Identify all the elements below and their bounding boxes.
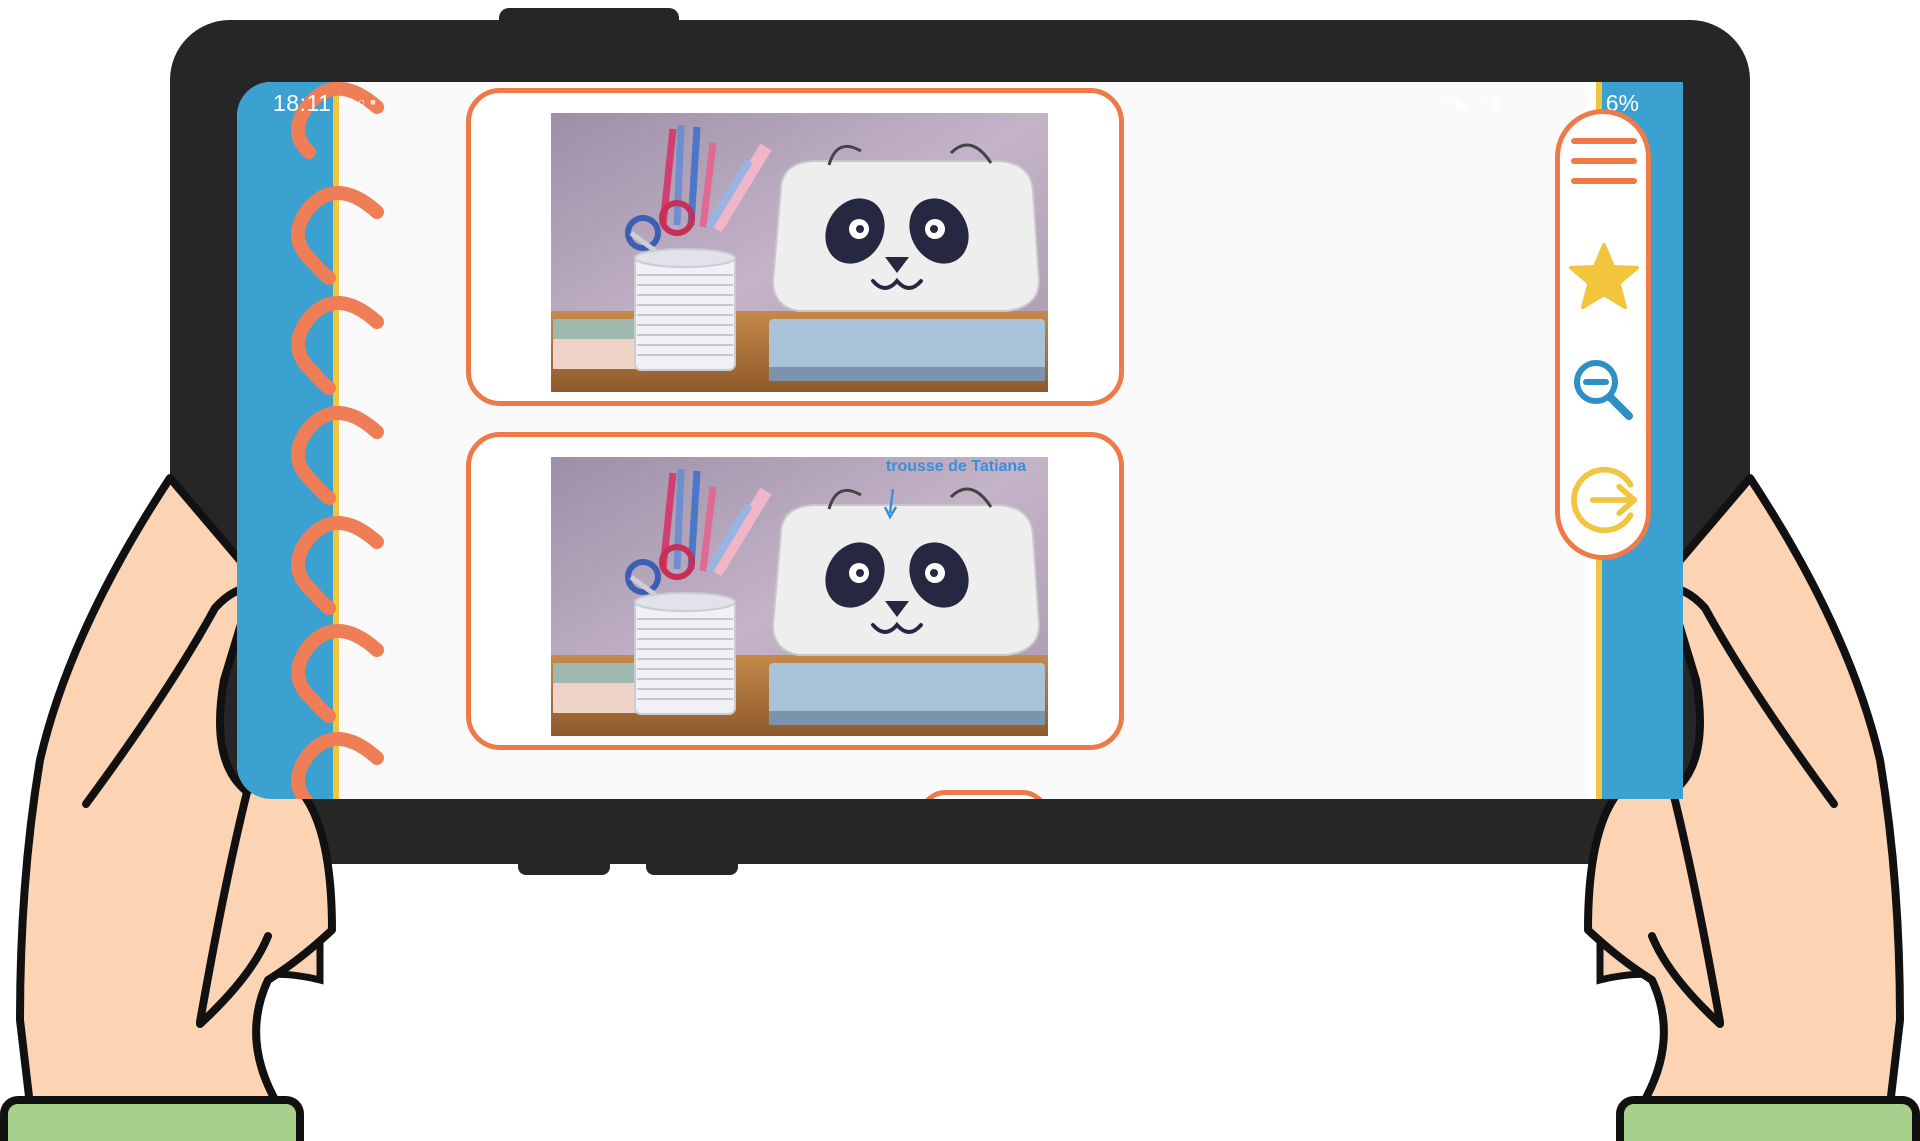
- scene: 18:11 ▫ ▫ ▪ ▪ ◣ ◔ ▮ 6% trousse de Tatian…: [0, 0, 1920, 1141]
- notification-icons: ▫ ▫ ▪: [347, 92, 377, 112]
- exit-button[interactable]: [1568, 464, 1640, 536]
- signal-wifi-icons: ▪ ◣ ◔ ▮: [1445, 92, 1502, 112]
- image-card-original[interactable]: [466, 88, 1124, 406]
- binder-ring: [291, 732, 384, 799]
- image-card-annotated[interactable]: trousse de Tatiana: [466, 432, 1124, 750]
- arrow-exit-icon: [1571, 466, 1638, 534]
- binder-ring: [291, 624, 384, 723]
- zoom-out-icon: [1574, 360, 1633, 420]
- binder-ring: [291, 516, 384, 615]
- side-toolbar: [1555, 109, 1651, 560]
- binder-ring: [291, 296, 384, 395]
- image-card-next[interactable]: [918, 790, 1050, 799]
- left-sleeve: [0, 1096, 304, 1141]
- binder-rings: [291, 82, 384, 799]
- right-sleeve: [1616, 1096, 1920, 1141]
- tablet-screen: 18:11 ▫ ▫ ▪ ▪ ◣ ◔ ▮ 6% trousse de Tatian…: [237, 82, 1683, 799]
- favorite-button[interactable]: [1568, 240, 1640, 312]
- annotation-label: trousse de Tatiana: [885, 458, 1027, 475]
- status-time: 18:11: [273, 90, 332, 116]
- zoom-out-button[interactable]: [1568, 354, 1640, 426]
- desk-photo-original: [551, 113, 1048, 392]
- menu-button[interactable]: [1568, 126, 1640, 198]
- star-icon: [1568, 242, 1640, 310]
- desk-photo-annotated: [551, 457, 1048, 736]
- hamburger-menu-icon: [1571, 138, 1637, 184]
- binder-ring: [291, 406, 384, 505]
- binder-ring: [291, 186, 384, 285]
